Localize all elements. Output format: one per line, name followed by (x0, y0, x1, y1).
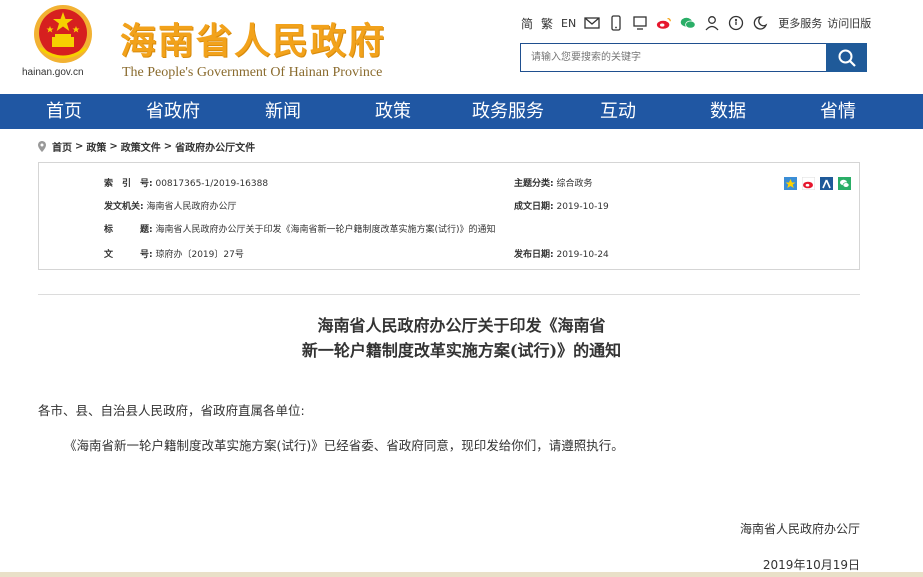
index-row: 索 引 号: 00817365-1/2019-16388 (104, 179, 269, 189)
weibo-share-icon[interactable] (801, 175, 816, 191)
search-box (520, 43, 827, 72)
nav-item-interaction[interactable]: 互动 (578, 94, 658, 129)
document-signer: 海南省人民政府办公厅 (739, 522, 860, 536)
nav-item-data[interactable]: 数据 (658, 94, 798, 129)
subject-row: 主题分类: 综合政务 (514, 179, 593, 189)
created-date-row: 成文日期: 2019-10-19 (514, 202, 609, 212)
nav-item-province-info[interactable]: 省情 (798, 94, 878, 129)
document-title-line-2: 新一轮户籍制度改革实施方案(试行)》的通知 (301, 341, 622, 360)
english-link[interactable]: EN (561, 17, 576, 30)
search-icon (838, 49, 856, 67)
simplified-chinese-link[interactable]: 简 (521, 15, 533, 32)
renren-share-icon[interactable] (820, 175, 833, 190)
tv-icon[interactable] (632, 15, 648, 31)
subject-value: 综合政务 (556, 179, 593, 189)
search-input[interactable] (521, 44, 826, 71)
top-utility-bar: 简 繁 EN 更多服务 访问旧版 (521, 14, 871, 32)
index-value: 00817365-1/2019-16388 (155, 179, 269, 189)
document-body: 《海南省新一轮户籍制度改革实施方案(试行)》已经省委、省政府同意，现印发给你们，… (64, 438, 624, 453)
accessibility-icon[interactable] (728, 15, 744, 31)
published-date-value: 2019-10-24 (556, 250, 609, 260)
site-title-cn[interactable]: 海南省人民政府 (120, 12, 386, 64)
nav-item-government[interactable]: 省政府 (128, 94, 218, 129)
site-title-en: The People's Government Of Hainan Provin… (122, 65, 383, 80)
breadcrumb-office-docs[interactable]: 省政府办公厅文件 (175, 139, 255, 154)
document-info-box: 索 引 号: 00817365-1/2019-16388 主题分类: 综合政务 … (38, 162, 860, 270)
main-nav: 首页 省政府 新闻 政策 政务服务 互动 数据 省情 (0, 94, 923, 129)
location-icon (38, 141, 46, 152)
national-emblem-icon[interactable] (30, 4, 96, 66)
content-divider (38, 294, 860, 295)
qzone-share-icon[interactable] (784, 175, 797, 190)
nav-item-services[interactable]: 政务服务 (438, 94, 578, 129)
breadcrumb-home[interactable]: 首页 (52, 139, 72, 154)
old-version-link[interactable]: 访问旧版 (827, 15, 871, 31)
mobile-icon[interactable] (608, 15, 624, 31)
search-button[interactable] (826, 43, 867, 72)
docno-row: 文 号: 琼府办〔2019〕27号 (104, 250, 244, 260)
nav-item-home[interactable]: 首页 (0, 94, 128, 129)
footer-edge (0, 572, 923, 577)
breadcrumb-policy[interactable]: 政策 (86, 139, 106, 154)
site-domain: hainan.gov.cn (22, 67, 84, 78)
nav-item-policy[interactable]: 政策 (348, 94, 438, 129)
document-title-line-1: 海南省人民政府办公厅关于印发《海南省 (317, 316, 606, 335)
breadcrumb-policy-docs[interactable]: 政策文件 (121, 139, 161, 154)
weibo-icon[interactable] (656, 15, 672, 31)
document-date: 2019年10月19日 (762, 558, 860, 572)
created-date-value: 2019-10-19 (556, 202, 609, 212)
title-row: 标 题: 海南省人民政府办公厅关于印发《海南省新一轮户籍制度改革实施方案(试行)… (104, 225, 496, 235)
more-services-link[interactable]: 更多服务 (778, 15, 822, 31)
issuer-row: 发文机关: 海南省人民政府办公厅 (104, 202, 237, 212)
published-date-row: 发布日期: 2019-10-24 (514, 250, 609, 260)
title-value: 海南省人民政府办公厅关于印发《海南省新一轮户籍制度改革实施方案(试行)》的通知 (155, 225, 496, 235)
document-salutation: 各市、县、自治县人民政府，省政府直属各单位: (38, 403, 305, 418)
issuer-value: 海南省人民政府办公厅 (146, 202, 237, 212)
nav-item-news[interactable]: 新闻 (218, 94, 348, 129)
wechat-icon[interactable] (680, 15, 696, 31)
mail-icon[interactable] (584, 15, 600, 31)
wechat-share-icon[interactable] (838, 175, 851, 190)
breadcrumb: 首页 > 政策 > 政策文件 > 省政府办公厅文件 (38, 139, 255, 154)
share-bar (784, 175, 856, 191)
docno-value: 琼府办〔2019〕27号 (155, 250, 244, 260)
user-icon[interactable] (704, 15, 720, 31)
site-header: hainan.gov.cn 海南省人民政府 The People's Gover… (0, 0, 923, 94)
elderly-mode-icon[interactable] (752, 15, 768, 31)
traditional-chinese-link[interactable]: 繁 (541, 15, 553, 32)
